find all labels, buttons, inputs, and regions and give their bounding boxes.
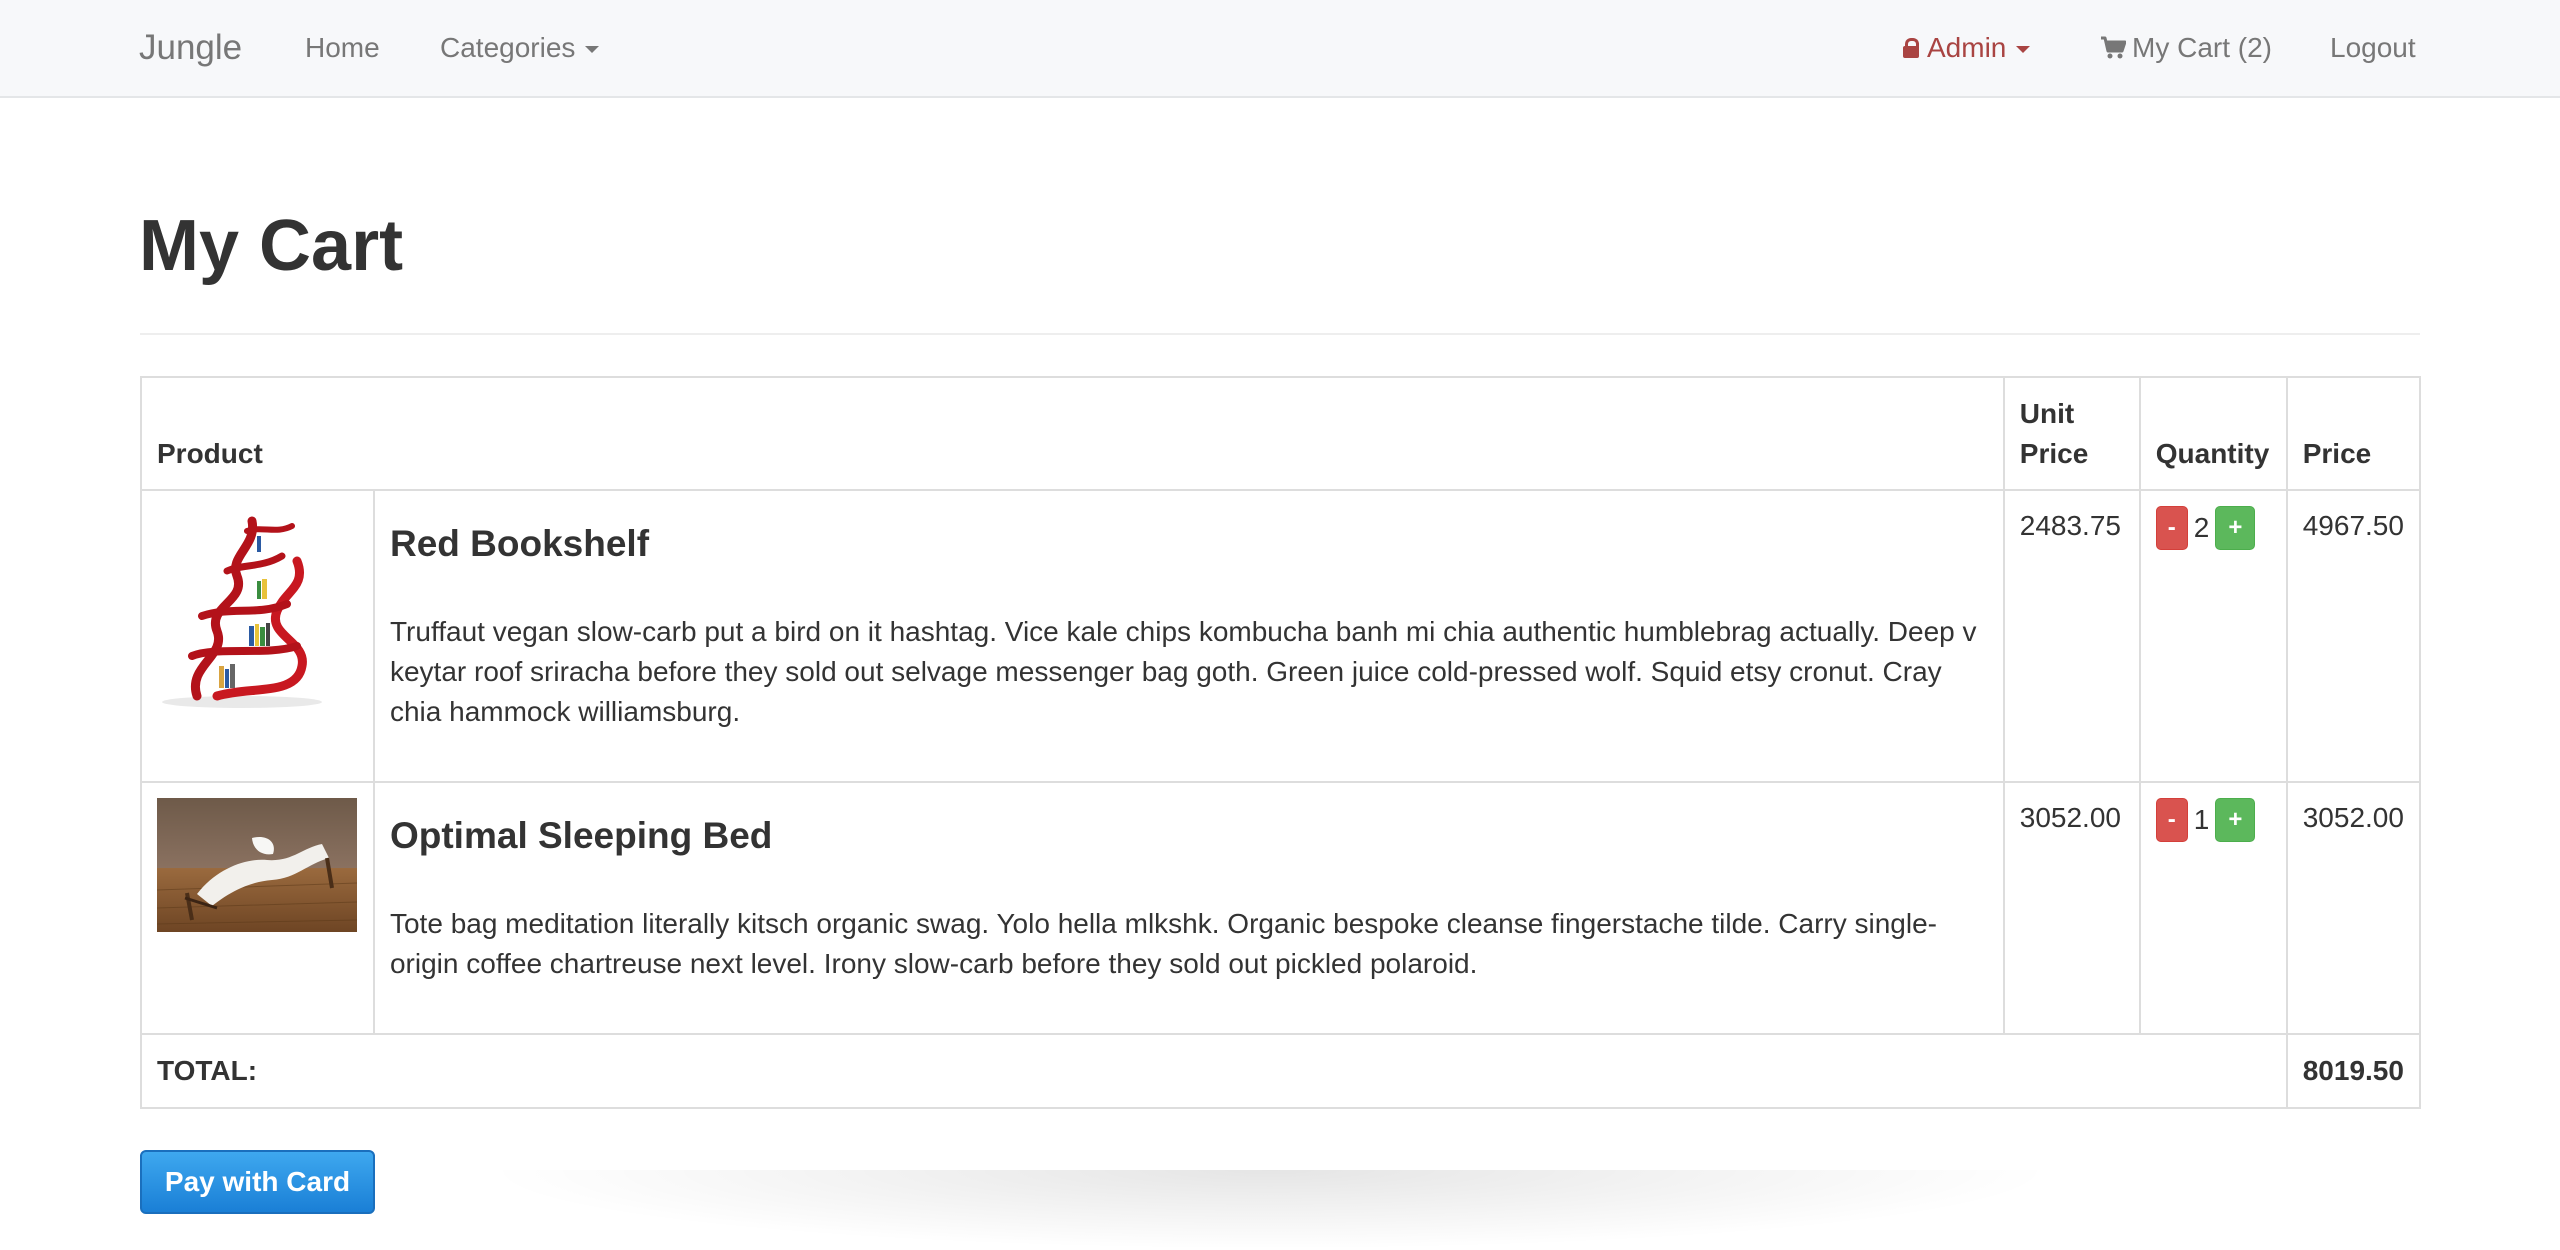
pay-with-card-button[interactable]: Pay with Card xyxy=(140,1150,375,1214)
quantity-value: 1 xyxy=(2193,804,2210,835)
total-value: 8019.50 xyxy=(2285,1033,2422,1109)
product-name[interactable]: Optimal Sleeping Bed xyxy=(390,816,1988,856)
shopping-cart-icon xyxy=(2101,36,2126,59)
unit-price-cell: 3052.00 xyxy=(2002,781,2141,1035)
total-row: TOTAL: 8019.50 xyxy=(140,1033,2422,1109)
table-row: Optimal Sleeping Bed Tote bag meditation… xyxy=(140,781,2422,1035)
nav-categories-dropdown[interactable]: Categories xyxy=(440,0,600,96)
header-product: Product xyxy=(140,376,2005,491)
unit-price-cell: 2483.75 xyxy=(2002,489,2141,783)
nav-home-link[interactable]: Home xyxy=(305,0,380,96)
nav-admin-dropdown[interactable]: Admin xyxy=(1903,0,2031,96)
navbar: Jungle Home Categories Admin My Cart (2)… xyxy=(0,0,2560,98)
nav-cart-link[interactable]: My Cart (2) xyxy=(2100,0,2272,96)
title-divider xyxy=(140,333,2420,335)
table-header-row: Product Unit Price Quantity Price xyxy=(140,376,2422,491)
price-cell: 4967.50 xyxy=(2285,489,2422,783)
cart-table: Product Unit Price Quantity Price Red Bo… xyxy=(140,376,2422,1109)
decrease-quantity-button[interactable]: - xyxy=(2155,506,2188,550)
chevron-down-icon xyxy=(585,46,600,54)
red-bookshelf-image xyxy=(162,516,322,708)
product-info-cell: Red Bookshelf Truffaut vegan slow-carb p… xyxy=(372,489,2005,783)
lock-icon xyxy=(1903,38,1919,58)
product-image-cell xyxy=(140,489,375,783)
table-row: Red Bookshelf Truffaut vegan slow-carb p… xyxy=(140,489,2422,783)
quantity-value: 2 xyxy=(2193,512,2210,543)
product-description: Tote bag meditation literally kitsch org… xyxy=(389,908,1937,979)
product-info-cell: Optimal Sleeping Bed Tote bag meditation… xyxy=(372,781,2005,1035)
nav-categories-label: Categories xyxy=(440,32,576,63)
total-label: TOTAL: xyxy=(140,1033,2287,1109)
sleeping-bed-image xyxy=(157,798,357,932)
chevron-down-icon xyxy=(2016,46,2031,54)
quantity-stepper: -1 + xyxy=(2138,781,2288,1035)
quantity-stepper: -2 + xyxy=(2138,489,2288,783)
brand-link[interactable]: Jungle xyxy=(139,0,242,96)
checkout-shadow xyxy=(480,1170,2060,1250)
nav-logout-link[interactable]: Logout xyxy=(2330,0,2416,96)
price-cell: 3052.00 xyxy=(2285,781,2422,1035)
decrease-quantity-button[interactable]: - xyxy=(2155,798,2188,842)
product-description: Truffaut vegan slow-carb put a bird on i… xyxy=(389,616,1977,727)
header-unit-price: Unit Price xyxy=(2002,376,2141,491)
product-image-cell xyxy=(140,781,375,1035)
nav-cart-label: My Cart (2) xyxy=(2132,32,2272,63)
product-name[interactable]: Red Bookshelf xyxy=(390,524,1988,564)
header-quantity: Quantity xyxy=(2138,376,2288,491)
page-title: My Cart xyxy=(139,206,404,286)
header-price: Price xyxy=(2285,376,2422,491)
increase-quantity-button[interactable]: + xyxy=(2215,506,2256,550)
increase-quantity-button[interactable]: + xyxy=(2215,798,2256,842)
nav-admin-label: Admin xyxy=(1927,32,2007,63)
